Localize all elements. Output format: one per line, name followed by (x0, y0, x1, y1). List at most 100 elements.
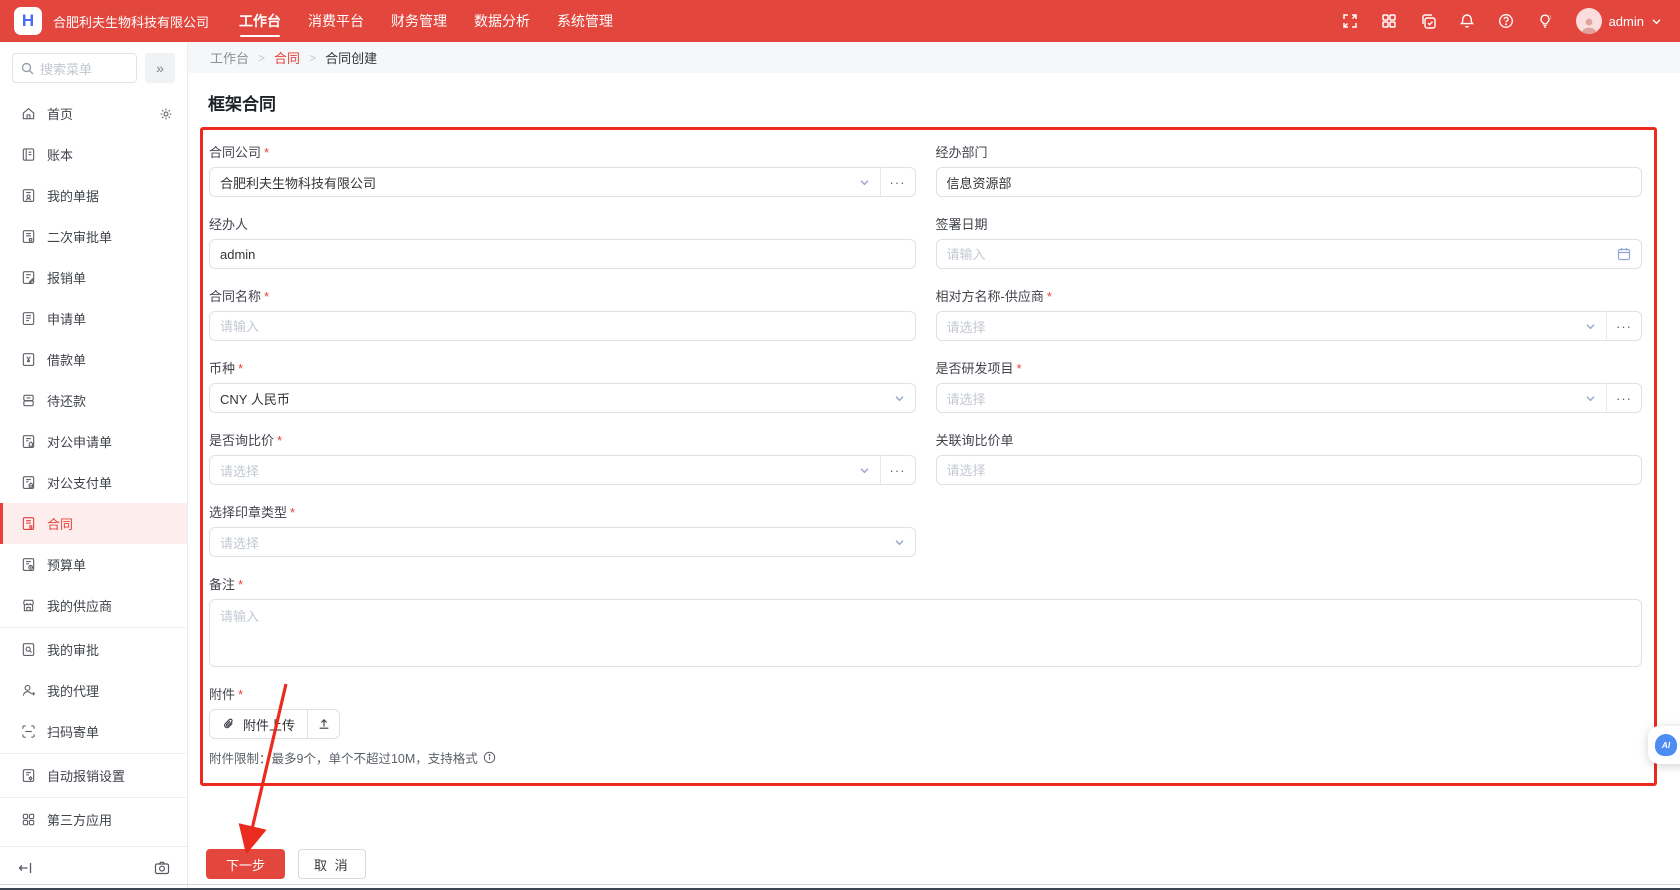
supplier-select[interactable]: 请选择 (936, 311, 1608, 341)
help-icon[interactable] (1498, 13, 1515, 30)
sidebar-item-corporate-payment[interactable]: 对公支付单 (0, 462, 187, 503)
currency-select[interactable]: CNY 人民币 (209, 383, 916, 413)
sidebar: 搜索菜单 » 首页 账本 我的单据 (0, 42, 188, 888)
page-bottom-divider (0, 884, 1680, 885)
required-mark: * (290, 505, 295, 520)
contract-form-annotated-box: 合同公司* 合肥利夫生物科技有限公司 ··· 经办部门 (200, 127, 1657, 786)
sidebar-expand-button[interactable]: » (145, 53, 175, 83)
contract-company-more-button[interactable]: ··· (880, 167, 916, 197)
scan-code-icon (21, 724, 36, 739)
sidebar-item-home[interactable]: 首页 (0, 93, 187, 134)
inquiry-more-button[interactable]: ··· (880, 455, 916, 485)
remark-textarea[interactable] (220, 606, 1631, 660)
contract-name-label: 合同名称 (209, 286, 261, 305)
field-contract-name: 合同名称* (209, 286, 916, 341)
breadcrumb-workbench[interactable]: 工作台 (210, 48, 249, 67)
department-input[interactable] (947, 175, 1632, 190)
rd-project-label: 是否研发项目 (936, 358, 1014, 377)
breadcrumb-contract[interactable]: 合同 (274, 48, 300, 67)
sidebar-item-auto-expense-settings[interactable]: 自动报销设置 (0, 755, 187, 796)
contract-company-label: 合同公司 (209, 142, 261, 161)
chevron-down-icon (859, 177, 870, 188)
upload-icon-button[interactable] (307, 709, 340, 739)
nav-consumption-platform[interactable]: 消费平台 (308, 0, 364, 42)
field-handler: 经办人 (209, 214, 916, 269)
seal-type-select[interactable]: 请选择 (209, 527, 916, 557)
cancel-button[interactable]: 取 消 (298, 849, 366, 879)
sidebar-item-second-approval[interactable]: 二次审批单 (0, 216, 187, 257)
attachment-label: 附件 (209, 684, 235, 703)
field-remark: 备注* (209, 574, 1642, 667)
next-step-button[interactable]: 下一步 (206, 849, 285, 879)
field-inquiry: 是否询比价* 请选择 ··· (209, 430, 916, 485)
required-mark: * (264, 145, 269, 160)
chevron-down-icon (894, 393, 905, 404)
field-department: 经办部门 (936, 142, 1643, 197)
sidebar-item-pending-repayment[interactable]: 待还款 (0, 380, 187, 421)
remark-textarea-wrap (209, 599, 1642, 667)
rd-project-select[interactable]: 请选择 (936, 383, 1608, 413)
handler-input-wrap (209, 239, 916, 269)
contract-name-input[interactable] (220, 319, 905, 334)
nav-data-analysis[interactable]: 数据分析 (474, 0, 530, 42)
sidebar-item-scan-ship[interactable]: 扫码寄单 (0, 711, 187, 752)
sidebar-item-ledger[interactable]: 账本 (0, 134, 187, 175)
collapse-sidebar-icon[interactable] (17, 861, 33, 875)
contract-company-select[interactable]: 合肥利夫生物科技有限公司 (209, 167, 881, 197)
copy-check-icon[interactable] (1420, 13, 1437, 30)
my-agents-icon (21, 683, 36, 698)
required-mark: * (238, 577, 243, 592)
rd-project-more-button[interactable]: ··· (1606, 383, 1642, 413)
sidebar-item-my-documents[interactable]: 我的单据 (0, 175, 187, 216)
nav-finance-management[interactable]: 财务管理 (391, 0, 447, 42)
bell-icon[interactable] (1459, 13, 1476, 30)
sidebar-item-my-agents[interactable]: 我的代理 (0, 670, 187, 711)
info-icon[interactable] (483, 751, 496, 764)
corporate-payment-icon (21, 475, 36, 490)
field-supplier: 相对方名称-供应商* 请选择 ··· (936, 286, 1643, 341)
handler-input[interactable] (220, 247, 905, 262)
sidebar-item-contract[interactable]: 合同 (0, 503, 187, 544)
sidebar-item-my-approvals[interactable]: 我的审批 (0, 629, 187, 670)
ai-assistant-float-button[interactable]: AI (1648, 726, 1680, 764)
handler-label: 经办人 (209, 214, 248, 233)
chevron-down-icon (859, 465, 870, 476)
attachment-upload-button[interactable]: 附件上传 (209, 709, 308, 739)
currency-label: 币种 (209, 358, 235, 377)
menu-search-input[interactable]: 搜索菜单 (12, 53, 137, 83)
upload-icon (317, 717, 331, 731)
calendar-icon (1617, 247, 1631, 261)
sidebar-item-third-party-apps[interactable]: 第三方应用 (0, 799, 187, 840)
sidebar-item-budget-form[interactable]: 预算单 (0, 544, 187, 585)
sidebar-item-corporate-application[interactable]: 对公申请单 (0, 421, 187, 462)
my-suppliers-icon (21, 598, 36, 613)
apps-grid-icon[interactable] (1381, 13, 1398, 30)
sidebar-item-my-suppliers[interactable]: 我的供应商 (0, 585, 187, 626)
fullscreen-icon[interactable] (1342, 13, 1359, 30)
user-menu[interactable]: admin (1576, 8, 1662, 34)
idea-bulb-icon[interactable] (1537, 13, 1554, 30)
field-seal-type: 选择印章类型* 请选择 (209, 502, 916, 557)
chevron-down-icon (1585, 393, 1596, 404)
chevron-down-icon (1651, 16, 1662, 27)
sidebar-item-application-form[interactable]: 申请单 (0, 298, 187, 339)
sign-date-input[interactable] (947, 247, 1612, 262)
auto-expense-settings-icon (21, 768, 36, 783)
menu-search-placeholder: 搜索菜单 (40, 59, 92, 78)
related-inquiry-label: 关联询比价单 (936, 430, 1014, 449)
field-contract-company: 合同公司* 合肥利夫生物科技有限公司 ··· (209, 142, 916, 197)
sidebar-item-expense-form[interactable]: 报销单 (0, 257, 187, 298)
app-logo[interactable]: H (14, 7, 42, 35)
nav-system-management[interactable]: 系统管理 (557, 0, 613, 42)
camera-icon[interactable] (154, 861, 170, 875)
sign-date-picker[interactable] (936, 239, 1643, 269)
related-inquiry-input[interactable] (947, 463, 1632, 478)
nav-workbench[interactable]: 工作台 (239, 0, 281, 42)
contract-icon (21, 516, 36, 531)
field-rd-project: 是否研发项目* 请选择 ··· (936, 358, 1643, 413)
sidebar-item-loan-form[interactable]: 借款单 (0, 339, 187, 380)
supplier-more-button[interactable]: ··· (1606, 311, 1642, 341)
breadcrumb: 工作台 > 合同 > 合同创建 (188, 42, 1680, 73)
home-settings-gear-icon[interactable] (159, 107, 173, 121)
inquiry-select[interactable]: 请选择 (209, 455, 881, 485)
